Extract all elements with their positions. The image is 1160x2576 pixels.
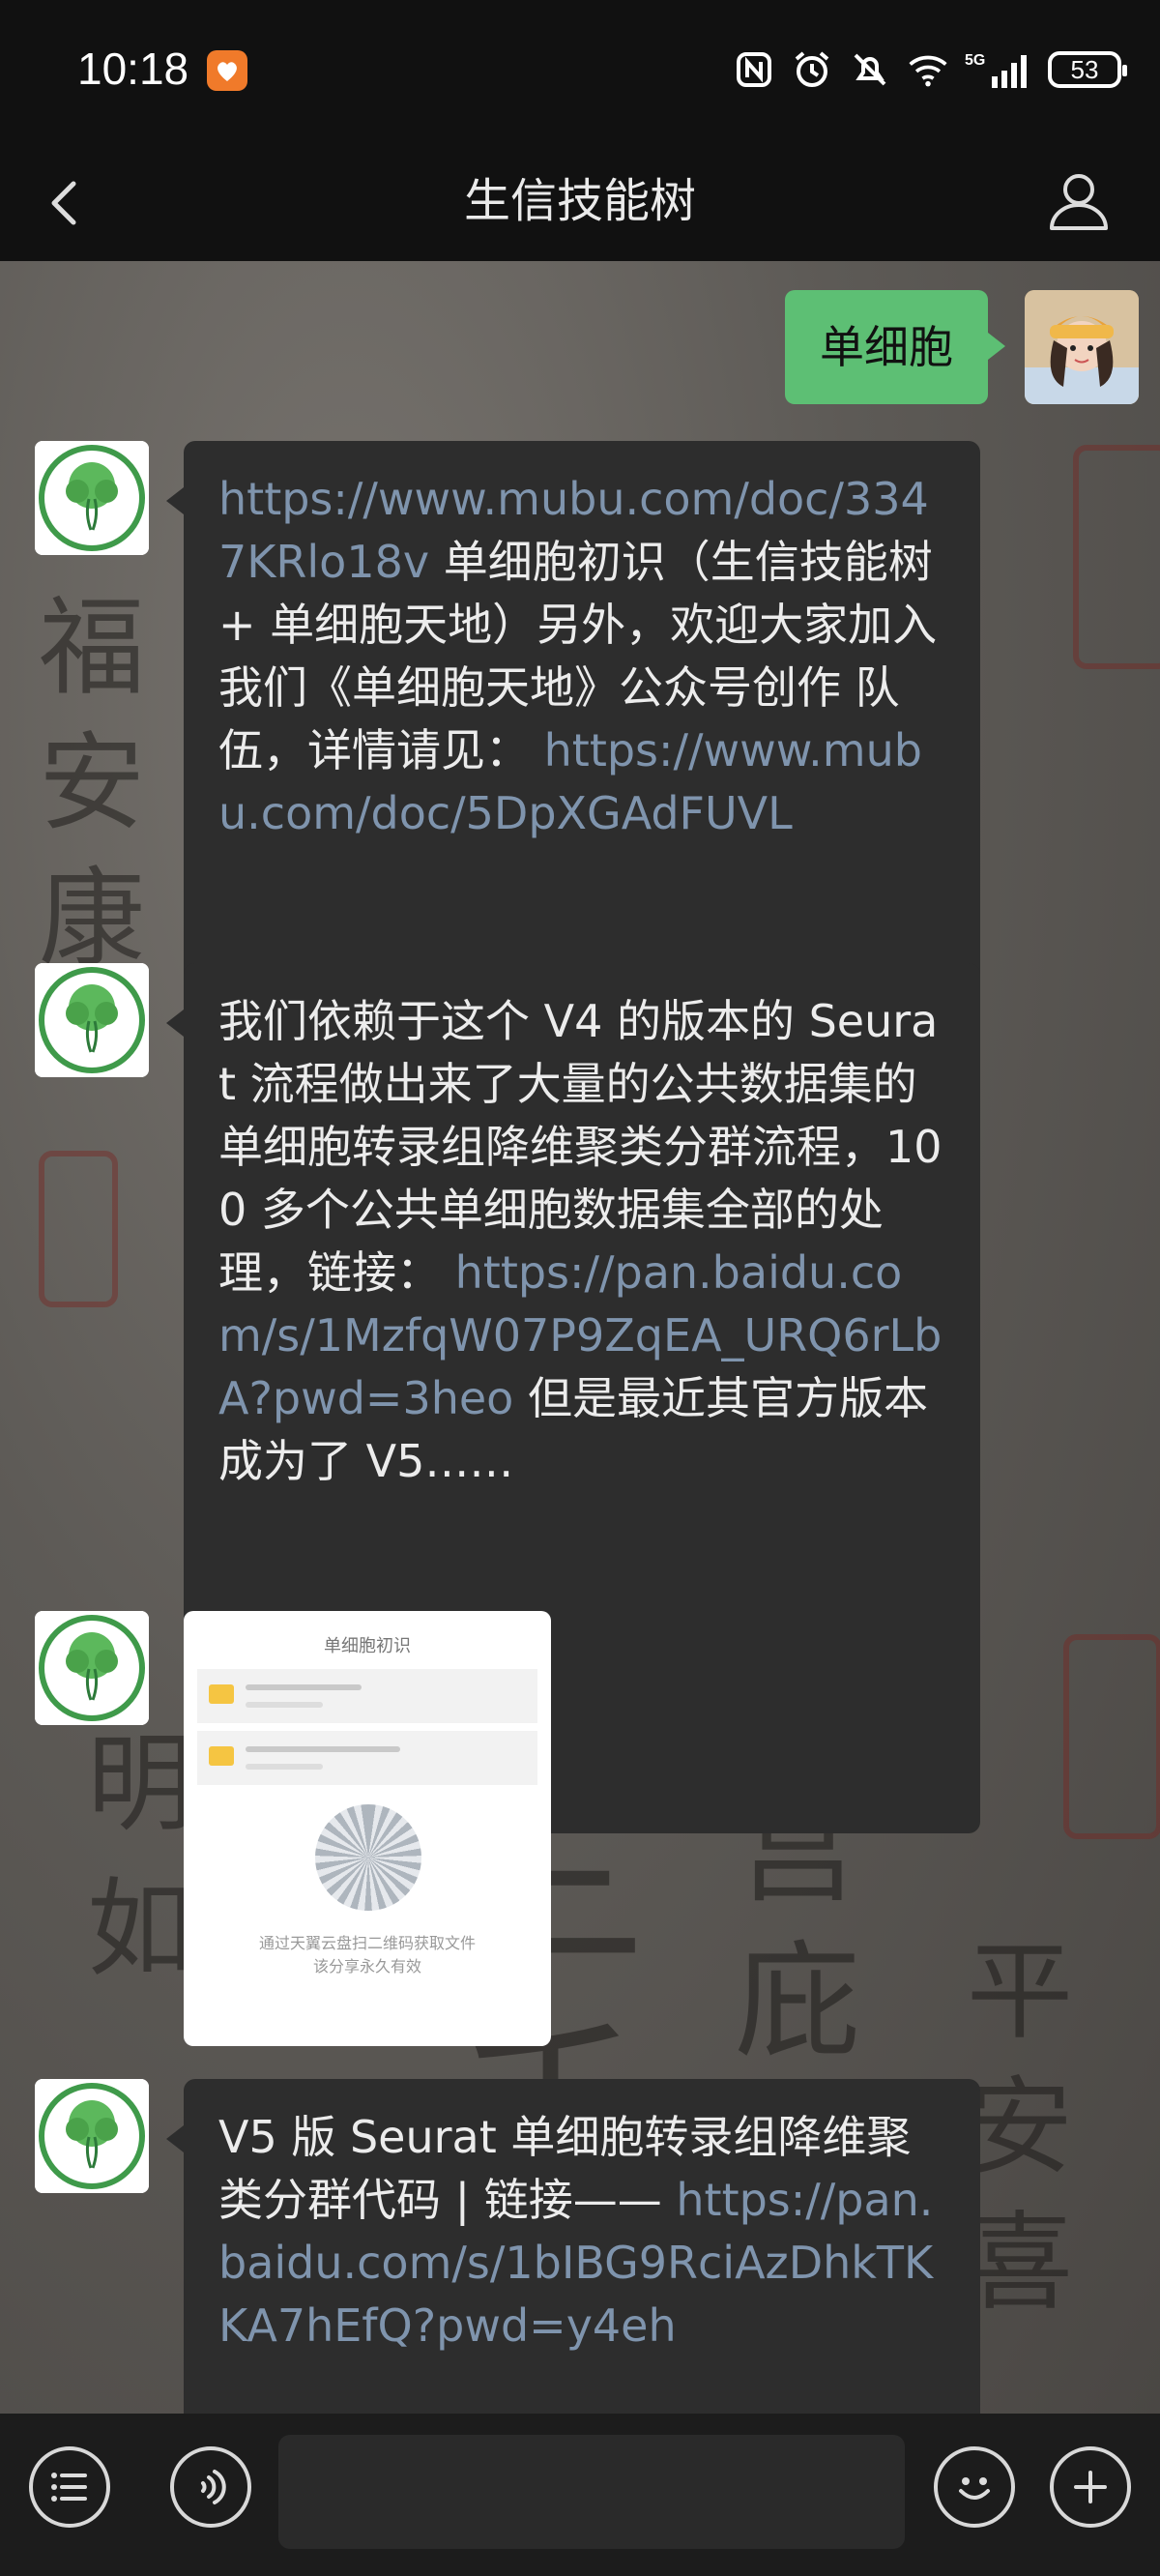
chat-info-button[interactable] <box>1040 162 1117 240</box>
message-input[interactable] <box>278 2435 905 2549</box>
person-icon <box>1050 174 1108 230</box>
chat-title: 生信技能树 <box>463 174 696 228</box>
voice-icon <box>201 2470 226 2504</box>
image-caption: 通过天翼云盘扫二维码获取文件 <box>258 1934 476 1952</box>
tree-logo-icon <box>35 963 149 1077</box>
image-title: 单细胞初识 <box>324 1636 411 1656</box>
input-bar <box>0 2414 1160 2576</box>
seal-decoration <box>39 1151 118 1307</box>
qr-code-icon <box>315 1804 421 1911</box>
contact-avatar[interactable] <box>35 963 149 1077</box>
wifi-icon <box>907 48 949 91</box>
calligraphy-decoration: 平安喜 <box>967 1930 1073 2325</box>
status-bar: 10:18 5G 53 <box>0 0 1160 145</box>
more-button[interactable] <box>1050 2446 1131 2528</box>
tree-logo-icon <box>35 2079 149 2193</box>
cellular-signal-icon: 5G <box>965 48 1032 91</box>
contact-avatar[interactable] <box>35 441 149 555</box>
list-icon <box>51 2473 87 2502</box>
calligraphy-decoration: 明如 <box>87 1722 193 1991</box>
smiley-icon <box>959 2477 990 2500</box>
emoji-button[interactable] <box>934 2446 1015 2528</box>
contact-avatar[interactable] <box>35 2079 149 2193</box>
menu-button[interactable] <box>29 2446 110 2528</box>
outgoing-message-bubble[interactable]: 单细胞 <box>785 290 1005 404</box>
incoming-message-bubble[interactable]: V5 版 Seurat 单细胞转录组降维聚类分群代码 | 链接—— https:… <box>166 2079 980 2414</box>
folder-icon <box>209 1746 234 1766</box>
calligraphy-decoration: 福安康 <box>39 586 145 981</box>
svg-text:5G: 5G <box>965 52 985 69</box>
battery-indicator: 53 <box>1048 51 1127 88</box>
status-icons: 5G 53 <box>733 46 1127 93</box>
seal-decoration <box>1063 1634 1160 1839</box>
alarm-icon <box>791 48 833 91</box>
image-message[interactable]: 单细胞初识 通过天翼云盘扫二维码获取文件 该分享永久有效 <box>184 1611 551 2046</box>
image-file-row <box>197 1669 537 1723</box>
status-time: 10:18 <box>77 44 189 94</box>
mute-icon <box>849 48 891 91</box>
folder-icon <box>209 1684 234 1704</box>
tree-logo-icon <box>35 1611 149 1725</box>
voice-button[interactable] <box>170 2446 251 2528</box>
chat-header: 生信技能树 <box>0 145 1160 261</box>
image-file-row <box>197 1731 537 1785</box>
image-caption: 该分享永久有效 <box>312 1957 421 1976</box>
message-list[interactable]: 福安康 作有慢 忘三千 天宫庇 平安喜 明如 单细胞 https://www.m… <box>0 261 1160 2414</box>
tree-logo-icon <box>35 441 149 555</box>
contact-avatar[interactable] <box>35 1611 149 1725</box>
nfc-icon <box>733 48 775 91</box>
notification-app-icon <box>207 50 247 91</box>
plus-icon <box>1074 2471 1107 2503</box>
seal-decoration <box>1073 445 1160 669</box>
my-avatar[interactable] <box>1025 290 1139 404</box>
